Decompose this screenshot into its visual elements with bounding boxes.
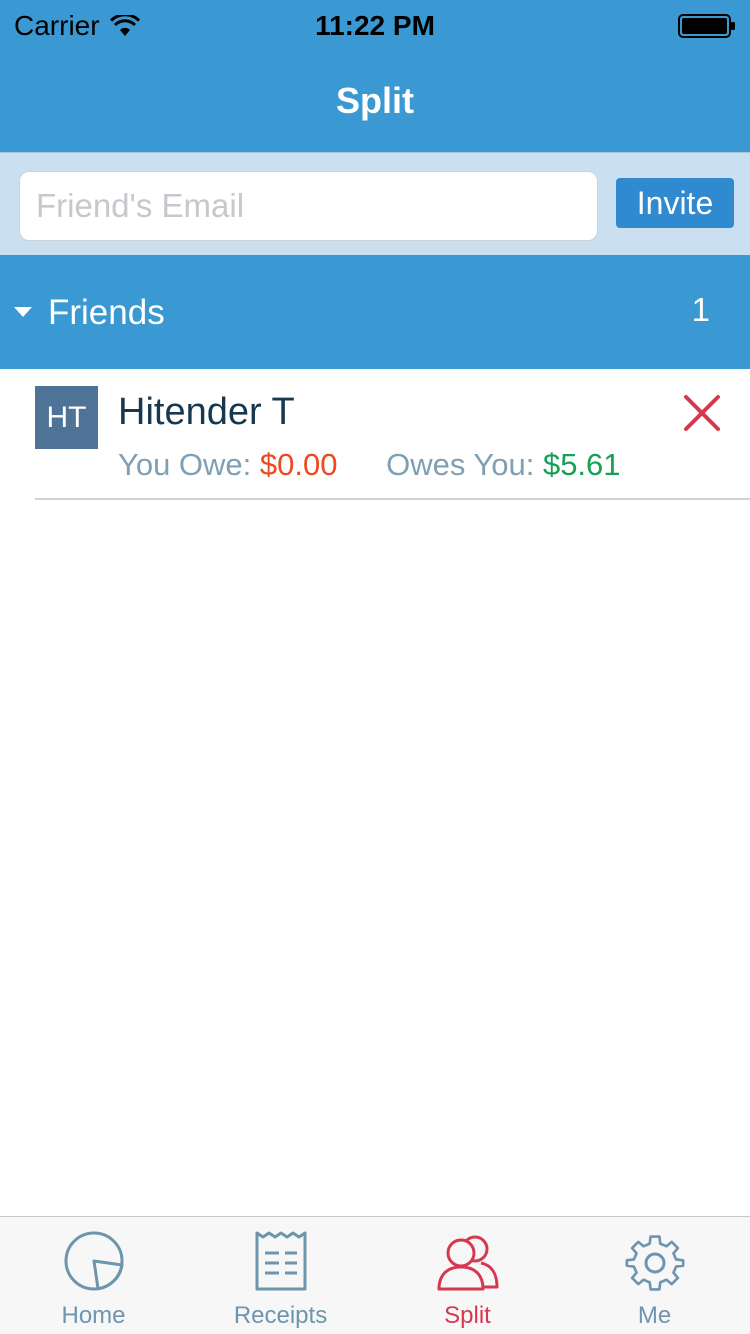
owes-you-label: Owes You: — [386, 447, 535, 482]
tab-home[interactable]: Home — [0, 1217, 187, 1334]
gear-icon — [625, 1235, 684, 1291]
you-owe-amount: $0.00 — [259, 447, 338, 482]
friend-email-input[interactable] — [19, 171, 598, 241]
tab-receipts-label: Receipts — [233, 1302, 328, 1329]
receipt-icon — [255, 1231, 306, 1291]
you-owe-label: You Owe: — [118, 447, 252, 482]
tab-receipts[interactable]: Receipts — [187, 1217, 374, 1334]
friends-section-title: Friends — [48, 293, 165, 332]
owes-you-amount: $5.61 — [542, 447, 621, 482]
friends-icon — [437, 1235, 498, 1291]
battery-icon — [678, 14, 735, 38]
invite-bar: Invite — [0, 152, 750, 255]
avatar: HT — [35, 386, 98, 449]
caret-down-icon[interactable] — [14, 307, 32, 317]
status-time: 11:22 PM — [315, 10, 435, 41]
tab-me-label: Me — [637, 1302, 672, 1329]
home-pie-icon — [64, 1231, 123, 1291]
tab-home-label: Home — [61, 1302, 126, 1329]
friends-section-header[interactable]: Friends 1 — [0, 255, 750, 369]
tab-split[interactable]: Split — [374, 1217, 561, 1334]
tab-me[interactable]: Me — [561, 1217, 748, 1334]
tab-split-label: Split — [444, 1302, 491, 1329]
balance-summary: You Owe: $0.00 Owes You: $5.61 — [118, 447, 621, 483]
app-header: Carrier 11:22 PM Split — [0, 0, 750, 152]
tab-bar: Home Receipts Split Me — [0, 1216, 750, 1334]
invite-button[interactable]: Invite — [616, 178, 734, 228]
page-title: Split — [336, 80, 414, 121]
remove-friend-close-icon[interactable] — [680, 391, 724, 435]
status-bar: Carrier 11:22 PM — [0, 0, 750, 52]
friends-count: 1 — [691, 291, 710, 328]
friend-row[interactable]: HT Hitender T You Owe: $0.00 Owes You: $… — [35, 369, 750, 500]
friend-name: Hitender T — [118, 391, 295, 433]
